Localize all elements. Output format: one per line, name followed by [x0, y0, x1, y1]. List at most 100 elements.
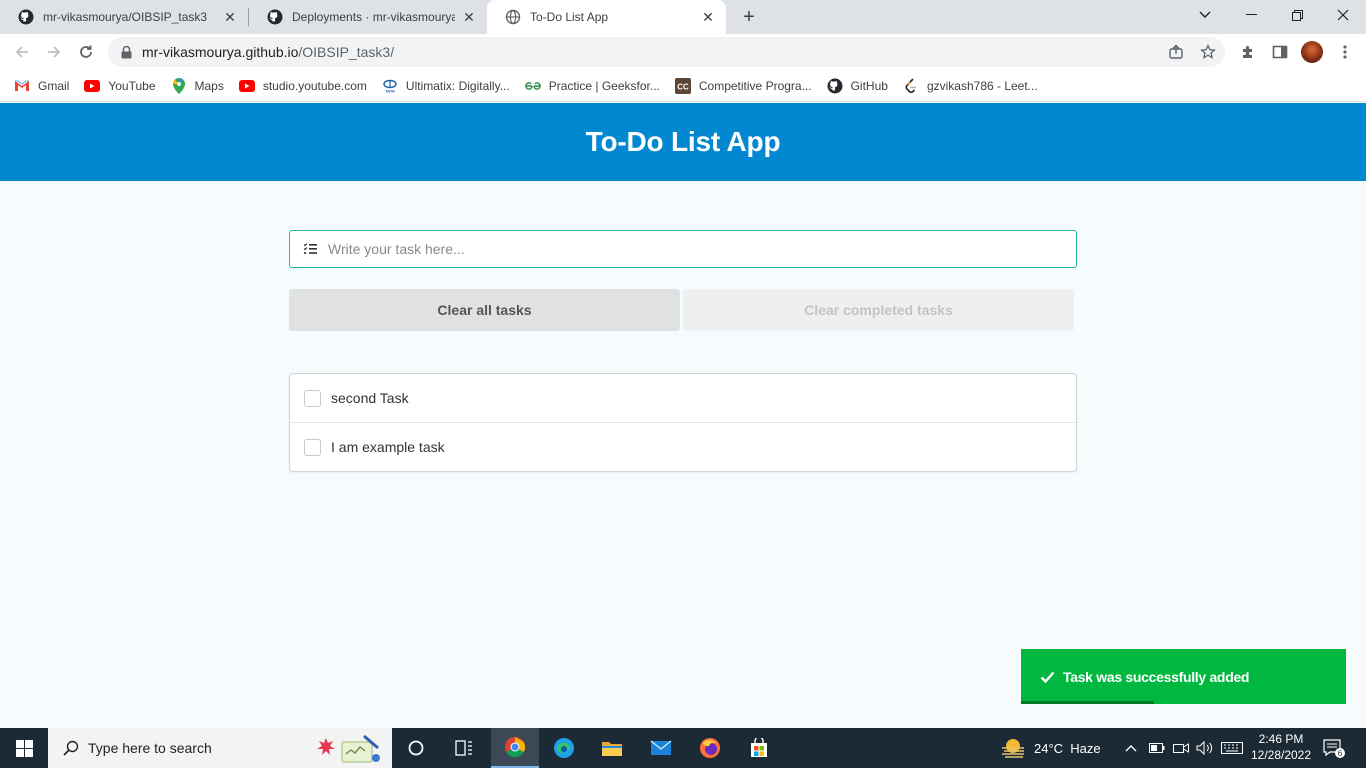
close-window-button[interactable]	[1320, 0, 1366, 30]
success-toast[interactable]: Task was successfully added	[1021, 649, 1346, 704]
globe-icon	[505, 9, 521, 25]
toast-progress-bar	[1021, 701, 1155, 704]
tab-title: To-Do List App	[530, 10, 609, 24]
youtube-studio-icon	[238, 78, 255, 94]
bookmark-label: studio.youtube.com	[262, 78, 367, 93]
geeksforgeeks-icon	[524, 78, 541, 94]
address-bar[interactable]: mr-vikasmourya.github.io/OIBSIP_task3/	[108, 37, 1225, 67]
chrome-taskbar-icon[interactable]	[491, 728, 539, 768]
notification-count: 6	[1338, 749, 1343, 758]
browser-tab-strip: mr-vikasmourya/OIBSIP_task3 ✕ Deployment…	[0, 0, 1366, 34]
bookmark-codechef[interactable]: CC Competitive Progra...	[674, 77, 812, 94]
close-icon[interactable]: ✕	[222, 9, 238, 25]
bookmark-ultimatix[interactable]: TATA Ultimatix: Digitally...	[382, 78, 510, 94]
bookmark-label: Gmail	[38, 78, 70, 93]
reload-button[interactable]	[72, 38, 100, 66]
bookmark-label: YouTube	[108, 78, 156, 93]
minimize-button[interactable]	[1228, 0, 1274, 30]
url-host: mr-vikasmourya.github.io	[142, 44, 299, 60]
bookmark-gmail[interactable]: Gmail	[14, 78, 69, 94]
tab-search-chevron-icon[interactable]	[1182, 0, 1228, 30]
page-title: To-Do List App	[585, 126, 781, 157]
side-panel-icon[interactable]	[1268, 40, 1292, 64]
codechef-icon: CC	[674, 77, 691, 94]
svg-text:TATA: TATA	[385, 88, 395, 93]
app-header: To-Do List App	[0, 103, 1366, 181]
tab-title: mr-vikasmourya/OIBSIP_task3	[43, 10, 208, 24]
browser-tab-2[interactable]: Deployments · mr-vikasmourya/OIBSIP_task…	[249, 0, 487, 34]
tata-icon: TATA	[382, 78, 398, 94]
bookmark-label: Practice | Geeksfor...	[548, 78, 660, 93]
new-tab-button[interactable]: +	[737, 5, 761, 29]
extensions-puzzle-icon[interactable]	[1236, 40, 1260, 64]
meet-now-camera-icon[interactable]	[1173, 728, 1189, 768]
close-icon[interactable]: ✕	[461, 9, 477, 25]
edge-taskbar-icon[interactable]	[540, 728, 588, 768]
task-checkbox[interactable]	[304, 389, 321, 407]
github-icon	[827, 78, 843, 94]
browser-tab-3[interactable]: To-Do List App ✕	[487, 0, 726, 34]
notification-center-icon[interactable]: 6	[1323, 728, 1345, 768]
svg-text:CC: CC	[677, 82, 689, 91]
close-icon[interactable]: ✕	[700, 9, 716, 25]
checkmark-icon	[1039, 669, 1055, 685]
back-button[interactable]	[8, 38, 36, 66]
share-icon[interactable]	[1164, 37, 1188, 67]
toast-message: Task was successfully added	[1063, 668, 1250, 685]
bookmark-label: GitHub	[850, 78, 888, 93]
search-highlight-doodle-icon	[316, 732, 384, 767]
bookmark-youtube[interactable]: YouTube	[84, 78, 156, 94]
more-menu-icon[interactable]	[1333, 40, 1357, 64]
list-item: second Task	[290, 374, 1076, 423]
list-item: I am example task	[290, 423, 1076, 471]
task-view-icon[interactable]	[392, 728, 440, 768]
lock-icon[interactable]	[118, 44, 134, 60]
bookmark-github[interactable]: GitHub	[827, 78, 888, 94]
bookmark-youtube-studio[interactable]: studio.youtube.com	[238, 78, 367, 94]
task-label: I am example task	[331, 439, 445, 455]
task-input[interactable]	[328, 231, 1076, 267]
maps-icon	[171, 77, 187, 94]
widgets-icon[interactable]	[440, 728, 488, 768]
task-list: second Task I am example task	[289, 373, 1077, 472]
battery-icon[interactable]	[1149, 728, 1165, 768]
bookmark-leetcode[interactable]: gzvikash786 - Leet...	[903, 77, 1038, 94]
task-input-container[interactable]	[289, 230, 1077, 268]
bookmark-geeksforgeeks[interactable]: Practice | Geeksfor...	[524, 78, 660, 94]
taskbar-clock[interactable]: 2:46 PM 12/28/2022	[1244, 731, 1318, 763]
github-icon	[18, 9, 34, 25]
profile-avatar[interactable]	[1301, 41, 1323, 63]
weather-widget[interactable]: 24°C Haze	[1000, 728, 1101, 768]
search-icon	[62, 739, 80, 757]
url-path: /OIBSIP_task3/	[298, 44, 395, 60]
windows-start-button[interactable]	[0, 728, 48, 768]
youtube-icon	[84, 78, 101, 94]
bookmark-star-icon[interactable]	[1196, 37, 1220, 67]
browser-tab-1[interactable]: mr-vikasmourya/OIBSIP_task3 ✕	[0, 0, 248, 34]
microsoft-store-icon[interactable]	[735, 728, 783, 768]
windows-taskbar: Type here to search 24°C Haze 2:46 PM 12…	[0, 728, 1366, 768]
bookmark-label: Ultimatix: Digitally...	[405, 78, 510, 93]
leetcode-icon	[903, 77, 919, 94]
github-icon	[267, 9, 283, 25]
show-hidden-icons-chevron[interactable]	[1125, 728, 1137, 768]
firefox-icon[interactable]	[686, 728, 734, 768]
volume-icon[interactable]	[1196, 728, 1214, 768]
bookmarks-bar: Gmail YouTube Maps studio.youtube.com TA…	[0, 70, 1366, 102]
file-explorer-icon[interactable]	[588, 728, 636, 768]
bookmark-maps[interactable]: Maps	[171, 77, 224, 94]
restore-button[interactable]	[1274, 0, 1320, 30]
taskbar-search-box[interactable]: Type here to search	[48, 728, 392, 768]
gmail-icon	[14, 78, 30, 94]
mail-icon[interactable]	[637, 728, 685, 768]
keyboard-language-icon[interactable]	[1221, 728, 1243, 768]
bookmark-label: Maps	[194, 78, 224, 93]
forward-button[interactable]	[40, 38, 68, 66]
tab-title: Deployments · mr-vikasmourya/OIBSIP_task…	[292, 10, 455, 24]
task-checkbox[interactable]	[304, 438, 321, 456]
weather-text: 24°C Haze	[1034, 740, 1101, 756]
task-list-icon	[302, 241, 318, 257]
clear-completed-tasks-button[interactable]: Clear completed tasks	[683, 289, 1074, 331]
clear-all-tasks-button[interactable]: Clear all tasks	[289, 289, 680, 331]
taskbar-search-placeholder: Type here to search	[88, 740, 212, 756]
